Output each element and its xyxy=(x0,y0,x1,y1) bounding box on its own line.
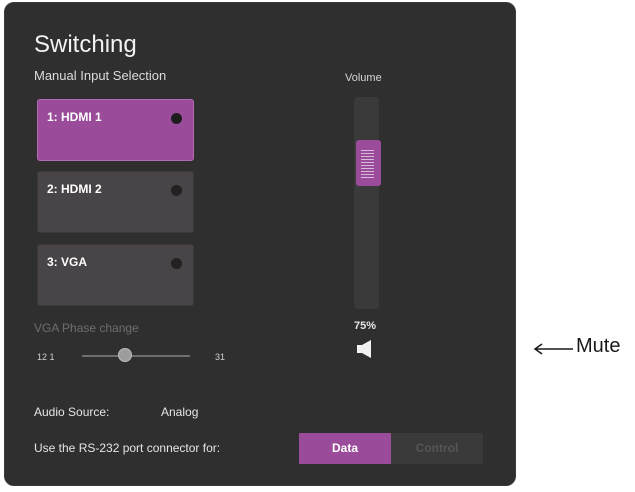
annotation-arrow-icon xyxy=(533,343,573,355)
section-label-manual-input: Manual Input Selection xyxy=(34,68,167,83)
input-button-hdmi1[interactable]: 1: HDMI 1 xyxy=(37,99,194,161)
vga-phase-slider-handle[interactable] xyxy=(118,348,132,362)
page-title: Switching xyxy=(34,31,137,58)
vga-phase-label: VGA Phase change xyxy=(34,321,139,335)
input-label: 1: HDMI 1 xyxy=(47,110,102,124)
volume-label: Volume xyxy=(345,72,382,84)
volume-percent: 75% xyxy=(354,320,377,332)
speaker-icon xyxy=(357,340,371,358)
volume-slider-handle[interactable] xyxy=(356,140,381,186)
status-dot-icon xyxy=(171,113,182,124)
data-button[interactable]: Data xyxy=(299,433,391,464)
annotation-label: Mute xyxy=(576,335,621,357)
input-button-hdmi2[interactable]: 2: HDMI 2 xyxy=(37,171,194,233)
audio-source-value: Analog xyxy=(161,405,199,419)
slider-min-label: 12 1 xyxy=(37,352,55,362)
audio-source-label: Audio Source: xyxy=(34,405,110,419)
status-dot-icon xyxy=(171,258,182,269)
input-button-vga[interactable]: 3: VGA xyxy=(37,244,194,306)
vga-phase-slider-track[interactable] xyxy=(82,355,190,357)
control-button[interactable]: Control xyxy=(391,433,483,464)
input-label: 3: VGA xyxy=(47,255,88,269)
grip-icon xyxy=(361,148,374,178)
rs232-toggle: Data Control xyxy=(299,433,483,464)
rs232-label: Use the RS-232 port connector for: xyxy=(34,441,221,455)
status-dot-icon xyxy=(171,185,182,196)
input-label: 2: HDMI 2 xyxy=(47,182,102,196)
slider-max-label: 31 xyxy=(215,352,226,362)
switching-panel: Switching Manual Input Selection 1: HDMI… xyxy=(4,2,516,486)
mute-button[interactable] xyxy=(357,340,373,363)
volume-slider-track[interactable] xyxy=(354,97,379,309)
